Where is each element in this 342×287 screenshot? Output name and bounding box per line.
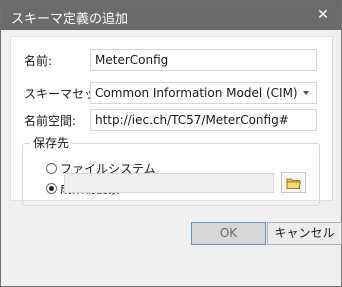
- artifact-path-input[interactable]: [64, 173, 274, 193]
- save-location-title: 保存先: [30, 134, 73, 151]
- close-icon[interactable]: ✕: [315, 7, 331, 23]
- name-label: 名前:: [24, 54, 53, 68]
- chevron-down-icon: [303, 91, 309, 95]
- schema-set-dropdown[interactable]: Common Information Model (CIM): [90, 82, 317, 104]
- radio-button[interactable]: [46, 163, 57, 174]
- ok-button[interactable]: OK: [191, 222, 266, 245]
- window-title: スキーマ定義の追加: [11, 12, 129, 27]
- schema-set-value: Common Information Model (CIM): [95, 86, 298, 100]
- name-input[interactable]: MeterConfig: [90, 49, 317, 71]
- cancel-button[interactable]: キャンセル: [267, 222, 342, 245]
- browse-button[interactable]: [281, 172, 306, 193]
- add-schema-dialog: スキーマ定義の追加 ✕ 名前: MeterConfig スキーマセット: Com…: [0, 0, 342, 287]
- title-bar[interactable]: スキーマ定義の追加 ✕: [1, 1, 341, 30]
- namespace-input[interactable]: http://iec.ch/TC57/MeterConfig#: [90, 109, 317, 131]
- folder-icon: [286, 178, 302, 189]
- radio-button-selected[interactable]: [46, 183, 57, 194]
- namespace-label: 名前空間:: [24, 114, 77, 128]
